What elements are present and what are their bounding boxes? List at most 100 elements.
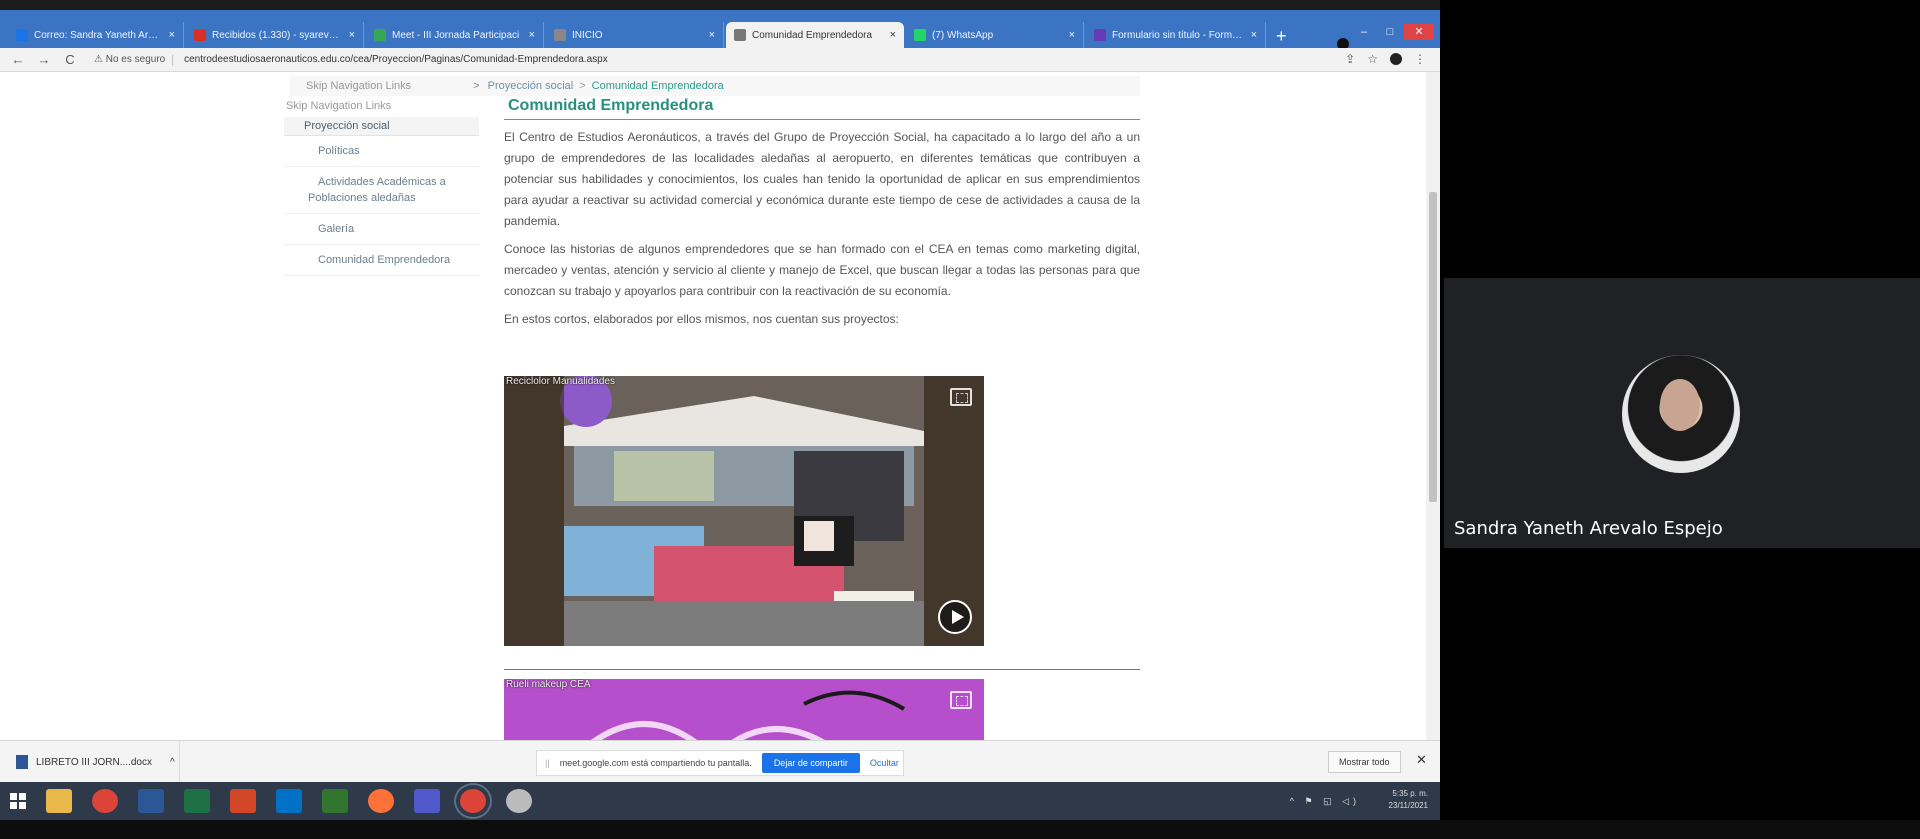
clock-date: 23/11/2021 (1388, 801, 1428, 810)
taskbar-chrome-icon[interactable] (92, 789, 118, 813)
breadcrumb: Skip Navigation Links > Proyección socia… (290, 76, 1140, 96)
tab-favicon-icon (734, 29, 746, 41)
video-player[interactable]: Rueli makeup CEA (504, 679, 984, 740)
tab-label: Recibidos (1.330) - syarevalo@ (212, 29, 343, 41)
breadcrumb-separator: > (579, 80, 586, 92)
taskbar-clock[interactable]: 5:35 p. m. 23/11/2021 (1389, 788, 1428, 812)
tab-favicon-icon (194, 29, 206, 41)
browser-tab[interactable]: Meet - III Jornada Participaci × (366, 22, 544, 48)
intro-paragraph: El Centro de Estudios Aeronáuticos, a tr… (504, 130, 1140, 228)
close-downloads-button[interactable]: ✕ (1416, 752, 1427, 768)
video-title: Reciclolor Manualidades (506, 376, 615, 387)
tab-label: Meet - III Jornada Participaci (392, 29, 520, 41)
tab-close-icon[interactable]: × (709, 29, 715, 41)
participant-name: Sandra Yaneth Arevalo Espejo (1454, 518, 1723, 539)
nav-item-politicas[interactable]: Políticas (284, 136, 479, 167)
tab-close-icon[interactable]: × (1069, 29, 1075, 41)
browser-tab[interactable]: Comunidad Emprendedora × (726, 22, 904, 48)
download-item[interactable]: LIBRETO III JORN....docx ^ (0, 741, 180, 783)
browser-tab[interactable]: INICIO × (546, 22, 724, 48)
taskbar-itunes-icon[interactable] (506, 789, 532, 813)
browser-menu-icon[interactable]: ⋮ (1414, 52, 1426, 66)
sharing-notice-text: meet.google.com está compartiendo tu pan… (559, 758, 752, 768)
page-title: Comunidad Emprendedora (504, 94, 1140, 120)
system-tray-icons[interactable]: ^ ⚑ ◱ ◁) (1290, 796, 1360, 807)
taskbar-word-icon[interactable] (138, 789, 164, 813)
toolbar-actions: ⇪ ☆ ⋮ (1345, 52, 1426, 66)
taskbar-powerpoint-icon[interactable] (230, 789, 256, 813)
skip-navigation-link[interactable]: Skip Navigation Links (286, 100, 479, 112)
browser-tab-strip: Correo: Sandra Yaneth Arevalo E×Recibido… (0, 10, 1440, 50)
address-bar[interactable]: centrodeestudiosaeronauticos.edu.co/cea/… (184, 54, 608, 65)
tab-favicon-icon (554, 29, 566, 41)
scrollbar-thumb[interactable] (1429, 192, 1437, 502)
nav-item-comunidad[interactable]: Comunidad Emprendedora (284, 245, 479, 276)
profile-avatar[interactable] (1390, 53, 1402, 65)
hide-button[interactable]: Ocultar (870, 758, 899, 768)
breadcrumb-separator: > (473, 80, 480, 92)
minimize-button[interactable]: – (1352, 24, 1376, 40)
taskbar-file-explorer-icon[interactable] (46, 789, 72, 813)
main-content: Comunidad Emprendedora El Centro de Estu… (504, 94, 1140, 740)
tab-close-icon[interactable]: × (169, 29, 175, 41)
fullscreen-icon[interactable] (950, 691, 972, 709)
share-icon[interactable]: ⇪ (1345, 52, 1355, 66)
breadcrumb-item-current: Comunidad Emprendedora (591, 80, 724, 92)
page-viewport: Skip Navigation Links > Proyección socia… (0, 72, 1440, 740)
tab-label: Formulario sin título - Formular (1112, 29, 1245, 41)
downloads-bar: LIBRETO III JORN....docx ^ || meet.googl… (0, 740, 1440, 783)
tab-close-icon[interactable]: × (890, 29, 896, 41)
stop-sharing-button[interactable]: Dejar de compartir (761, 753, 860, 773)
taskbar-outlook-icon[interactable] (276, 789, 302, 813)
forward-button[interactable]: → (34, 52, 54, 67)
videos-intro-paragraph: En estos cortos, elaborados por ellos mi… (504, 312, 899, 326)
avatar-face (1660, 379, 1700, 431)
windows-taskbar: ^ ⚑ ◱ ◁) 5:35 p. m. 23/11/2021 (0, 782, 1440, 820)
download-filename: LIBRETO III JORN....docx (36, 756, 152, 768)
nav-item-galeria[interactable]: Galería (284, 214, 479, 245)
url-divider: | (171, 53, 175, 66)
not-secure-indicator[interactable]: ⚠ No es seguro (94, 54, 165, 65)
nav-item-actividades[interactable]: Actividades Académicas a Poblaciones ale… (284, 167, 479, 214)
drag-handle-icon[interactable]: || (545, 758, 550, 768)
taskbar-teams-icon[interactable] (414, 789, 440, 813)
show-all-button[interactable]: Mostrar todo (1328, 751, 1401, 773)
video-thumbnail (504, 376, 984, 646)
tab-close-icon[interactable]: × (349, 29, 355, 41)
maximize-button[interactable]: □ (1378, 24, 1402, 40)
screen-sharing-notice: || meet.google.com está compartiendo tu … (536, 750, 904, 776)
fullscreen-icon[interactable] (950, 388, 972, 406)
taskbar-chrome-active-icon[interactable] (454, 783, 492, 819)
new-tab-button[interactable]: + (1276, 26, 1287, 47)
taskbar-excel-icon[interactable] (184, 789, 210, 813)
security-label-text: No es seguro (105, 54, 166, 65)
windows-start-icon[interactable] (10, 793, 26, 809)
bookmark-star-icon[interactable]: ☆ (1367, 52, 1378, 66)
browser-tab[interactable]: Formulario sin título - Formular × (1086, 22, 1266, 48)
browser-tab[interactable]: (7) WhatsApp × (906, 22, 1084, 48)
taskbar-firefox-icon[interactable] (368, 789, 394, 813)
tab-close-icon[interactable]: × (1251, 29, 1257, 41)
video-player[interactable]: Reciclolor Manualidades (504, 376, 984, 646)
window-close-button[interactable]: ✕ (1404, 24, 1434, 40)
taskbar-project-icon[interactable] (322, 789, 348, 813)
tab-close-icon[interactable]: × (529, 29, 535, 41)
breadcrumb-item-proyeccion[interactable]: Proyección social (488, 80, 574, 92)
reload-button[interactable]: C (60, 52, 80, 67)
browser-tab[interactable]: Correo: Sandra Yaneth Arevalo E × (8, 22, 184, 48)
tab-favicon-icon (16, 29, 28, 41)
tab-favicon-icon (914, 29, 926, 41)
play-icon[interactable] (938, 600, 972, 634)
page-scrollbar[interactable] (1426, 72, 1440, 740)
divider (504, 669, 1140, 670)
tab-label: Correo: Sandra Yaneth Arevalo E (34, 29, 163, 41)
skip-navigation-link[interactable]: Skip Navigation Links (306, 80, 411, 92)
chevron-up-icon[interactable]: ^ (170, 757, 175, 768)
browser-tab[interactable]: Recibidos (1.330) - syarevalo@ × (186, 22, 364, 48)
back-button[interactable]: ← (8, 52, 28, 67)
nav-item-proyeccion-social[interactable]: Proyección social (284, 117, 479, 136)
browser-toolbar: ← → C ⚠ No es seguro | centrodeestudiosa… (0, 48, 1440, 72)
left-navigation: Skip Navigation Links Proyección social … (284, 100, 479, 276)
tab-label: (7) WhatsApp (932, 29, 994, 41)
meet-presentation-view: Correo: Sandra Yaneth Arevalo E×Recibido… (0, 0, 1920, 839)
